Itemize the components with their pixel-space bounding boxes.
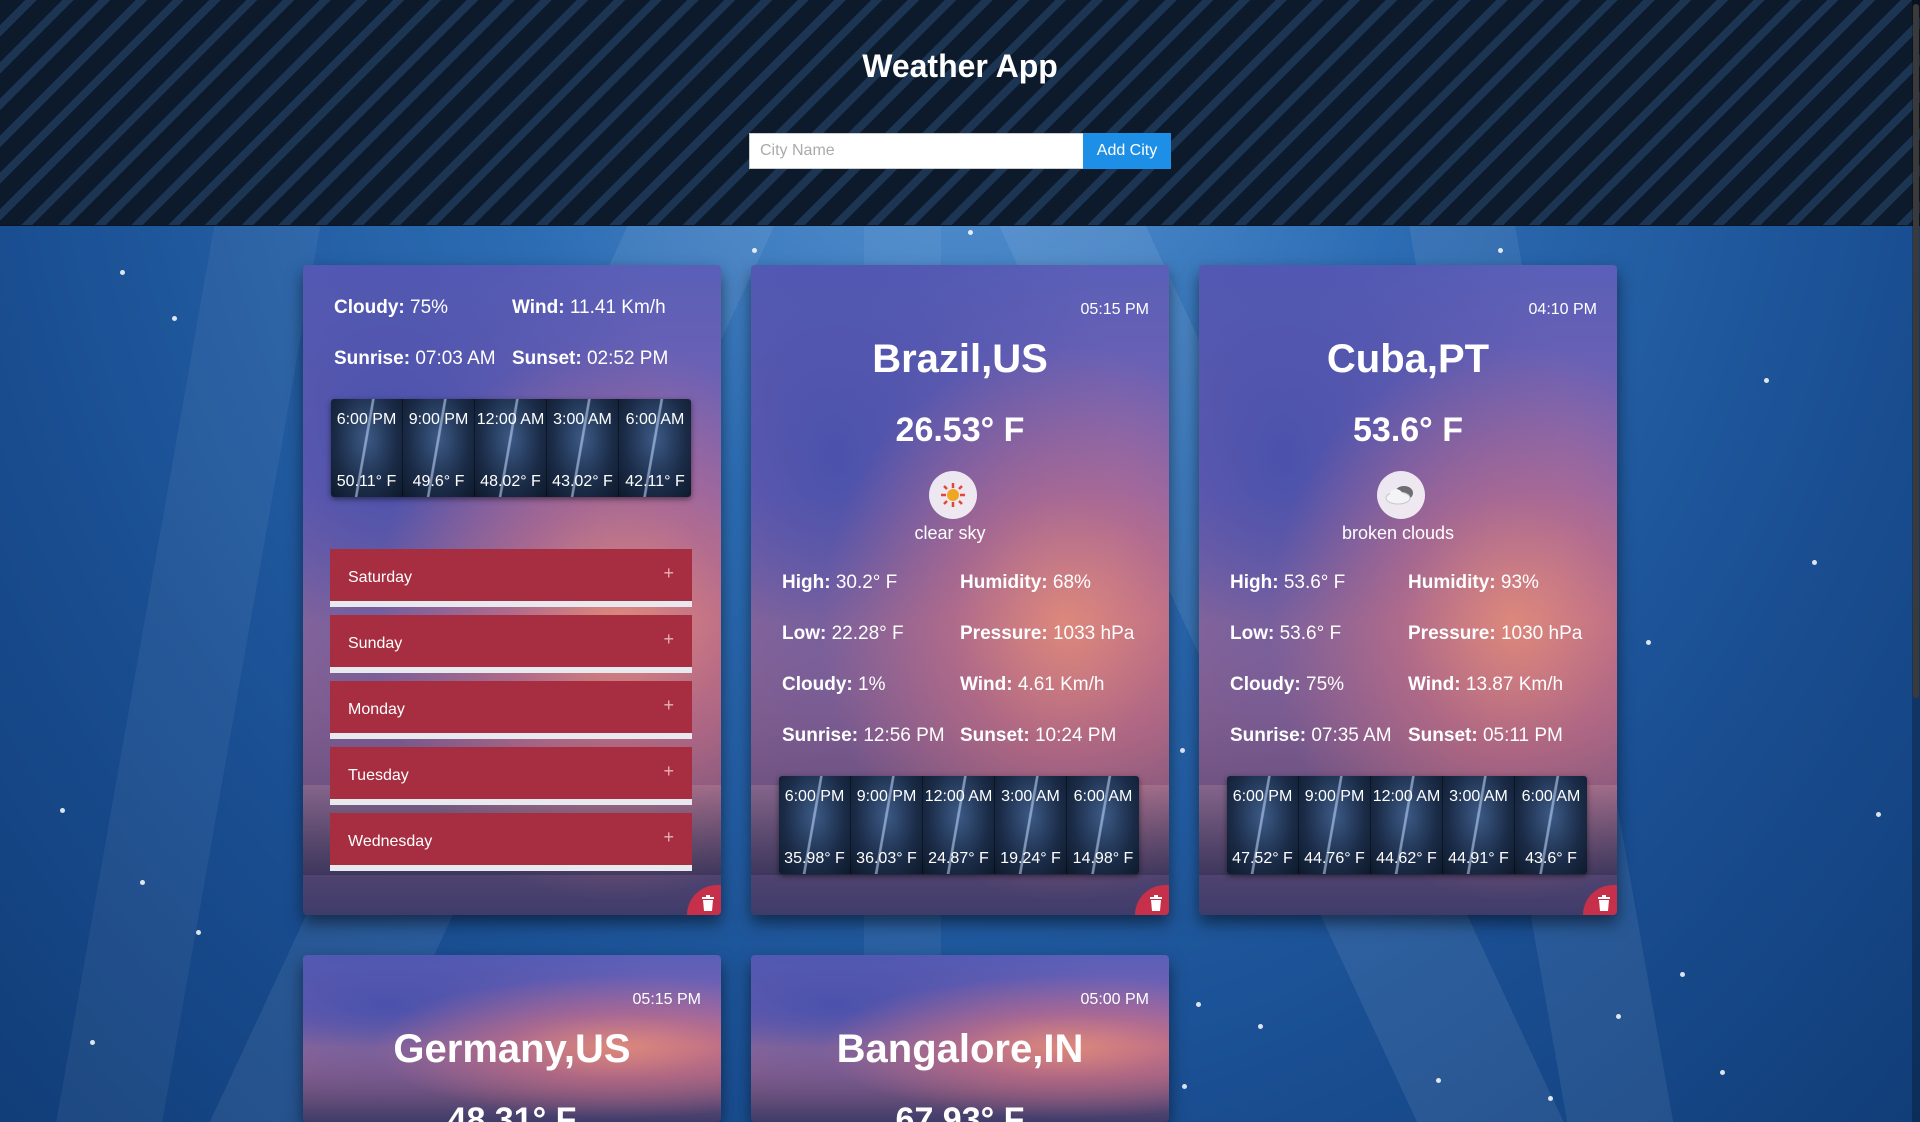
- sunset-stat: Sunset: 10:24 PM: [960, 725, 1117, 746]
- day-accordion-monday[interactable]: Monday +: [330, 681, 692, 739]
- weather-icon: [929, 471, 977, 519]
- wind-stat: Wind: 11.41 Km/h: [512, 297, 666, 318]
- weather-card-cuba: 04:10 PM Cuba,PT 53.6° F broken clouds H…: [1199, 265, 1617, 915]
- city-name: Brazil,US: [872, 337, 1048, 381]
- hourly-item: 12:00 AM 44.62° F: [1371, 776, 1443, 874]
- hourly-item: 6:00 PM 50.11° F: [331, 399, 403, 497]
- cloudy-stat: Cloudy: 75%: [334, 297, 449, 318]
- trash-icon: [1598, 895, 1610, 911]
- delete-city-button[interactable]: [1135, 885, 1169, 915]
- local-time: 05:15 PM: [1080, 301, 1149, 318]
- wind-stat: Wind: 13.87 Km/h: [1408, 674, 1564, 695]
- local-time: 05:00 PM: [1080, 991, 1149, 1008]
- expand-icon: +: [663, 761, 674, 781]
- weather-card-brazil: 05:15 PM Brazil,US 26.53° F clear sky Hi…: [751, 265, 1169, 915]
- day-accordion-tuesday[interactable]: Tuesday +: [330, 747, 692, 805]
- high-stat: High: 30.2° F: [782, 572, 898, 593]
- city-name: Bangalore,IN: [836, 1027, 1084, 1071]
- cloud-icon: [1385, 486, 1413, 505]
- sunrise-stat: Sunrise: 07:35 AM: [1230, 725, 1392, 746]
- cloudy-stat: Cloudy: 75%: [1230, 674, 1345, 695]
- pressure-stat: Pressure: 1030 hPa: [1408, 623, 1583, 644]
- weather-card-bangalore: 05:00 PM Bangalore,IN 67.93° F: [751, 955, 1169, 1122]
- hourly-forecast: 6:00 PM 50.11° F 9:00 PM 49.6° F 12:00 AM 4…: [331, 399, 691, 497]
- sunrise-stat: Sunrise: 07:03 AM: [334, 348, 496, 369]
- weather-description: clear sky: [914, 523, 986, 543]
- expand-icon: +: [663, 629, 674, 649]
- hourly-item: 6:00 AM 43.6° F: [1515, 776, 1587, 874]
- hourly-item: 6:00 AM 14.98° F: [1067, 776, 1139, 874]
- page-scrollbar[interactable]: [1912, 0, 1920, 1122]
- hourly-item: 3:00 AM 43.02° F: [547, 399, 619, 497]
- local-time: 04:10 PM: [1528, 301, 1597, 318]
- city-name: Germany,US: [393, 1027, 631, 1071]
- delete-city-button[interactable]: [687, 885, 721, 915]
- sunrise-stat: Sunrise: 12:56 PM: [782, 725, 945, 746]
- trash-icon: [1150, 895, 1162, 911]
- hourly-item: 9:00 PM 36.03° F: [851, 776, 923, 874]
- expand-icon: +: [663, 827, 674, 847]
- hourly-item: 9:00 PM 44.76° F: [1299, 776, 1371, 874]
- day-accordion-sunday[interactable]: Sunday +: [330, 615, 692, 673]
- low-stat: Low: 53.6° F: [1230, 623, 1342, 644]
- app-title: Weather App: [862, 48, 1058, 84]
- humidity-stat: Humidity: 68%: [960, 572, 1091, 593]
- scrollbar-thumb[interactable]: [1913, 4, 1919, 698]
- weather-card-first: ··· Cloudy: 75% Wind: 11.41 Km/h Sunrise…: [303, 265, 721, 915]
- sunset-stat: Sunset: 05:11 PM: [1408, 725, 1563, 746]
- expand-icon: +: [663, 563, 674, 583]
- city-name: Cuba,PT: [1326, 337, 1490, 381]
- sunset-stat: Sunset: 02:52 PM: [512, 348, 669, 369]
- weather-card-germany: 05:15 PM Germany,US 48.31° F: [303, 955, 721, 1122]
- hourly-forecast: 6:00 PM 35.98° F 9:00 PM 36.03° F 12:00 AM…: [779, 776, 1139, 874]
- city-name-input[interactable]: [749, 133, 1083, 169]
- app-header: Weather App Add City: [0, 0, 1920, 226]
- delete-city-button[interactable]: [1583, 885, 1617, 915]
- add-city-button[interactable]: Add City: [1083, 133, 1171, 169]
- low-stat: Low: 22.28° F: [782, 623, 904, 644]
- hourly-item: 6:00 PM 47.52° F: [1227, 776, 1299, 874]
- local-time: 05:15 PM: [632, 991, 701, 1008]
- cloudy-stat: Cloudy: 1%: [782, 674, 886, 695]
- add-city-form: Add City: [749, 133, 1171, 169]
- high-stat: High: 53.6° F: [1230, 572, 1346, 593]
- weather-description: broken clouds: [1341, 523, 1455, 543]
- weather-icon: [1377, 471, 1425, 519]
- current-temperature: 26.53° F: [895, 411, 1025, 449]
- hourly-item: 6:00 AM 42.11° F: [619, 399, 691, 497]
- hourly-item: 3:00 AM 19.24° F: [995, 776, 1067, 874]
- hourly-item: 6:00 PM 35.98° F: [779, 776, 851, 874]
- current-temperature: 67.93° F: [895, 1101, 1025, 1122]
- hourly-forecast: 6:00 PM 47.52° F 9:00 PM 44.76° F 12:00 AM…: [1227, 776, 1587, 874]
- expand-icon: +: [663, 695, 674, 715]
- current-temperature: 53.6° F: [1353, 411, 1463, 449]
- sun-icon: [941, 483, 965, 507]
- current-temperature: 48.31° F: [447, 1101, 577, 1122]
- hourly-item: 3:00 AM 44.91° F: [1443, 776, 1515, 874]
- humidity-stat: Humidity: 93%: [1408, 572, 1539, 593]
- hourly-item: 12:00 AM 24.87° F: [923, 776, 995, 874]
- hourly-item: 9:00 PM 49.6° F: [403, 399, 475, 497]
- trash-icon: [702, 895, 714, 911]
- clipped-row: ···: [333, 265, 352, 273]
- wind-stat: Wind: 4.61 Km/h: [960, 674, 1105, 695]
- day-accordion-saturday[interactable]: Saturday +: [330, 549, 692, 607]
- pressure-stat: Pressure: 1033 hPa: [960, 623, 1135, 644]
- day-accordion-wednesday[interactable]: Wednesday +: [330, 813, 692, 871]
- hourly-item: 12:00 AM 48.02° F: [475, 399, 547, 497]
